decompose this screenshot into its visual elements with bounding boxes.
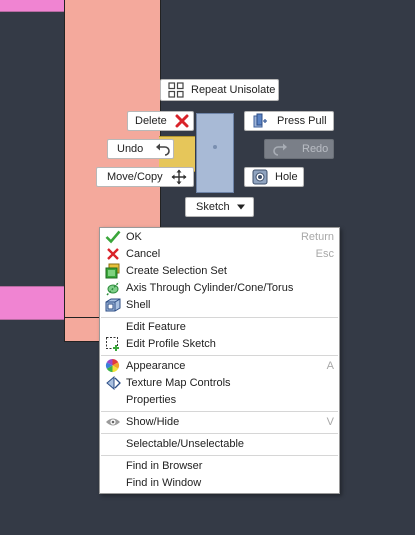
menu-item-shell[interactable]: Shell: [100, 296, 339, 313]
menu-item-selectable-label: Selectable/Unselectable: [126, 437, 245, 450]
sketch-label: Sketch: [196, 201, 230, 213]
menu-item-appearance-label: Appearance: [126, 359, 186, 372]
pink-body-top[interactable]: [0, 0, 66, 12]
menu-item-show-hide[interactable]: Show/Hide V: [100, 413, 339, 430]
redo-button[interactable]: Redo: [264, 139, 334, 159]
redo-label: Redo: [302, 143, 329, 155]
menu-item-find-in-window[interactable]: Find in Window: [100, 474, 339, 491]
body-edge-line: [64, 317, 100, 318]
menu-item-edit-profile-sketch[interactable]: Edit Profile Sketch: [100, 335, 339, 352]
face-point: [213, 145, 217, 149]
hole-icon: [252, 169, 268, 185]
edit-sketch-icon: [104, 335, 121, 352]
menu-item-properties-label: Properties: [126, 393, 177, 406]
menu-item-appearance[interactable]: Appearance A: [100, 357, 339, 374]
menu-item-edit-profile-sketch-label: Edit Profile Sketch: [126, 337, 216, 350]
color-wheel-icon: [104, 357, 121, 374]
menu-item-cancel[interactable]: Cancel Esc: [100, 245, 339, 262]
move-copy-label: Move/Copy: [107, 171, 163, 183]
axis-icon: [104, 279, 121, 296]
menu-item-find-in-browser-label: Find in Browser: [126, 459, 203, 472]
menu-separator: [101, 433, 338, 434]
menu-item-find-in-window-label: Find in Window: [126, 476, 202, 489]
menu-item-texture-map-controls-label: Texture Map Controls: [126, 376, 231, 389]
grid-icon: [168, 82, 184, 98]
menu-separator: [101, 455, 338, 456]
menu-item-create-selection-set[interactable]: Create Selection Set: [100, 262, 339, 279]
redo-arrow-icon: [272, 141, 288, 157]
menu-item-cancel-label: Cancel: [126, 247, 161, 260]
hole-label: Hole: [275, 171, 298, 183]
menu-item-edit-feature[interactable]: Edit Feature: [100, 318, 339, 335]
press-pull-icon: [252, 113, 268, 129]
repeat-unisolate-label: Repeat Unisolate: [191, 84, 276, 96]
menu-item-show-hide-label: Show/Hide: [126, 415, 180, 428]
menu-item-axis-through[interactable]: Axis Through Cylinder/Cone/Torus: [100, 279, 339, 296]
menu-item-cancel-shortcut: Esc: [315, 247, 334, 260]
eye-icon: [104, 413, 121, 430]
menu-item-selectable[interactable]: Selectable/Unselectable: [100, 435, 339, 452]
selected-face[interactable]: [196, 113, 234, 193]
menu-item-create-selection-set-label: Create Selection Set: [126, 264, 227, 277]
pink-body-bottom[interactable]: [0, 286, 66, 320]
menu-item-properties[interactable]: Properties: [100, 391, 339, 408]
move-copy-button[interactable]: Move/Copy: [96, 167, 194, 187]
texture-map-icon: [104, 374, 121, 391]
menu-item-texture-map-controls[interactable]: Texture Map Controls: [100, 374, 339, 391]
delete-button[interactable]: Delete: [127, 111, 194, 131]
menu-item-shell-label: Shell: [126, 298, 151, 311]
checkmark-icon: [104, 228, 121, 245]
menu-item-ok-label: OK: [126, 230, 142, 243]
undo-button[interactable]: Undo: [107, 139, 174, 159]
shell-icon: [104, 296, 121, 313]
move-arrows-icon: [171, 169, 187, 185]
repeat-unisolate-button[interactable]: Repeat Unisolate: [160, 79, 279, 101]
context-menu: OK Return Cancel Esc Create Selection Se…: [99, 227, 340, 494]
menu-item-show-hide-shortcut: V: [326, 415, 334, 428]
menu-item-edit-feature-label: Edit Feature: [126, 320, 186, 333]
menu-separator: [101, 411, 338, 412]
menu-item-ok[interactable]: OK Return: [100, 228, 339, 245]
press-pull-label: Press Pull: [277, 115, 327, 127]
sketch-dropdown-button[interactable]: Sketch: [185, 197, 254, 217]
menu-item-appearance-shortcut: A: [326, 359, 334, 372]
chevron-down-icon: [236, 199, 246, 215]
menu-item-ok-shortcut: Return: [300, 230, 334, 243]
undo-label: Undo: [117, 143, 144, 155]
hole-button[interactable]: Hole: [244, 167, 304, 187]
menu-item-axis-through-label: Axis Through Cylinder/Cone/Torus: [126, 281, 294, 294]
menu-separator: [101, 355, 338, 356]
delete-label: Delete: [135, 115, 167, 127]
selection-set-icon: [104, 262, 121, 279]
press-pull-button[interactable]: Press Pull: [244, 111, 334, 131]
cancel-x-icon: [104, 245, 121, 262]
menu-item-find-in-browser[interactable]: Find in Browser: [100, 457, 339, 474]
undo-arrow-icon: [155, 141, 171, 157]
delete-x-icon: [175, 113, 189, 129]
